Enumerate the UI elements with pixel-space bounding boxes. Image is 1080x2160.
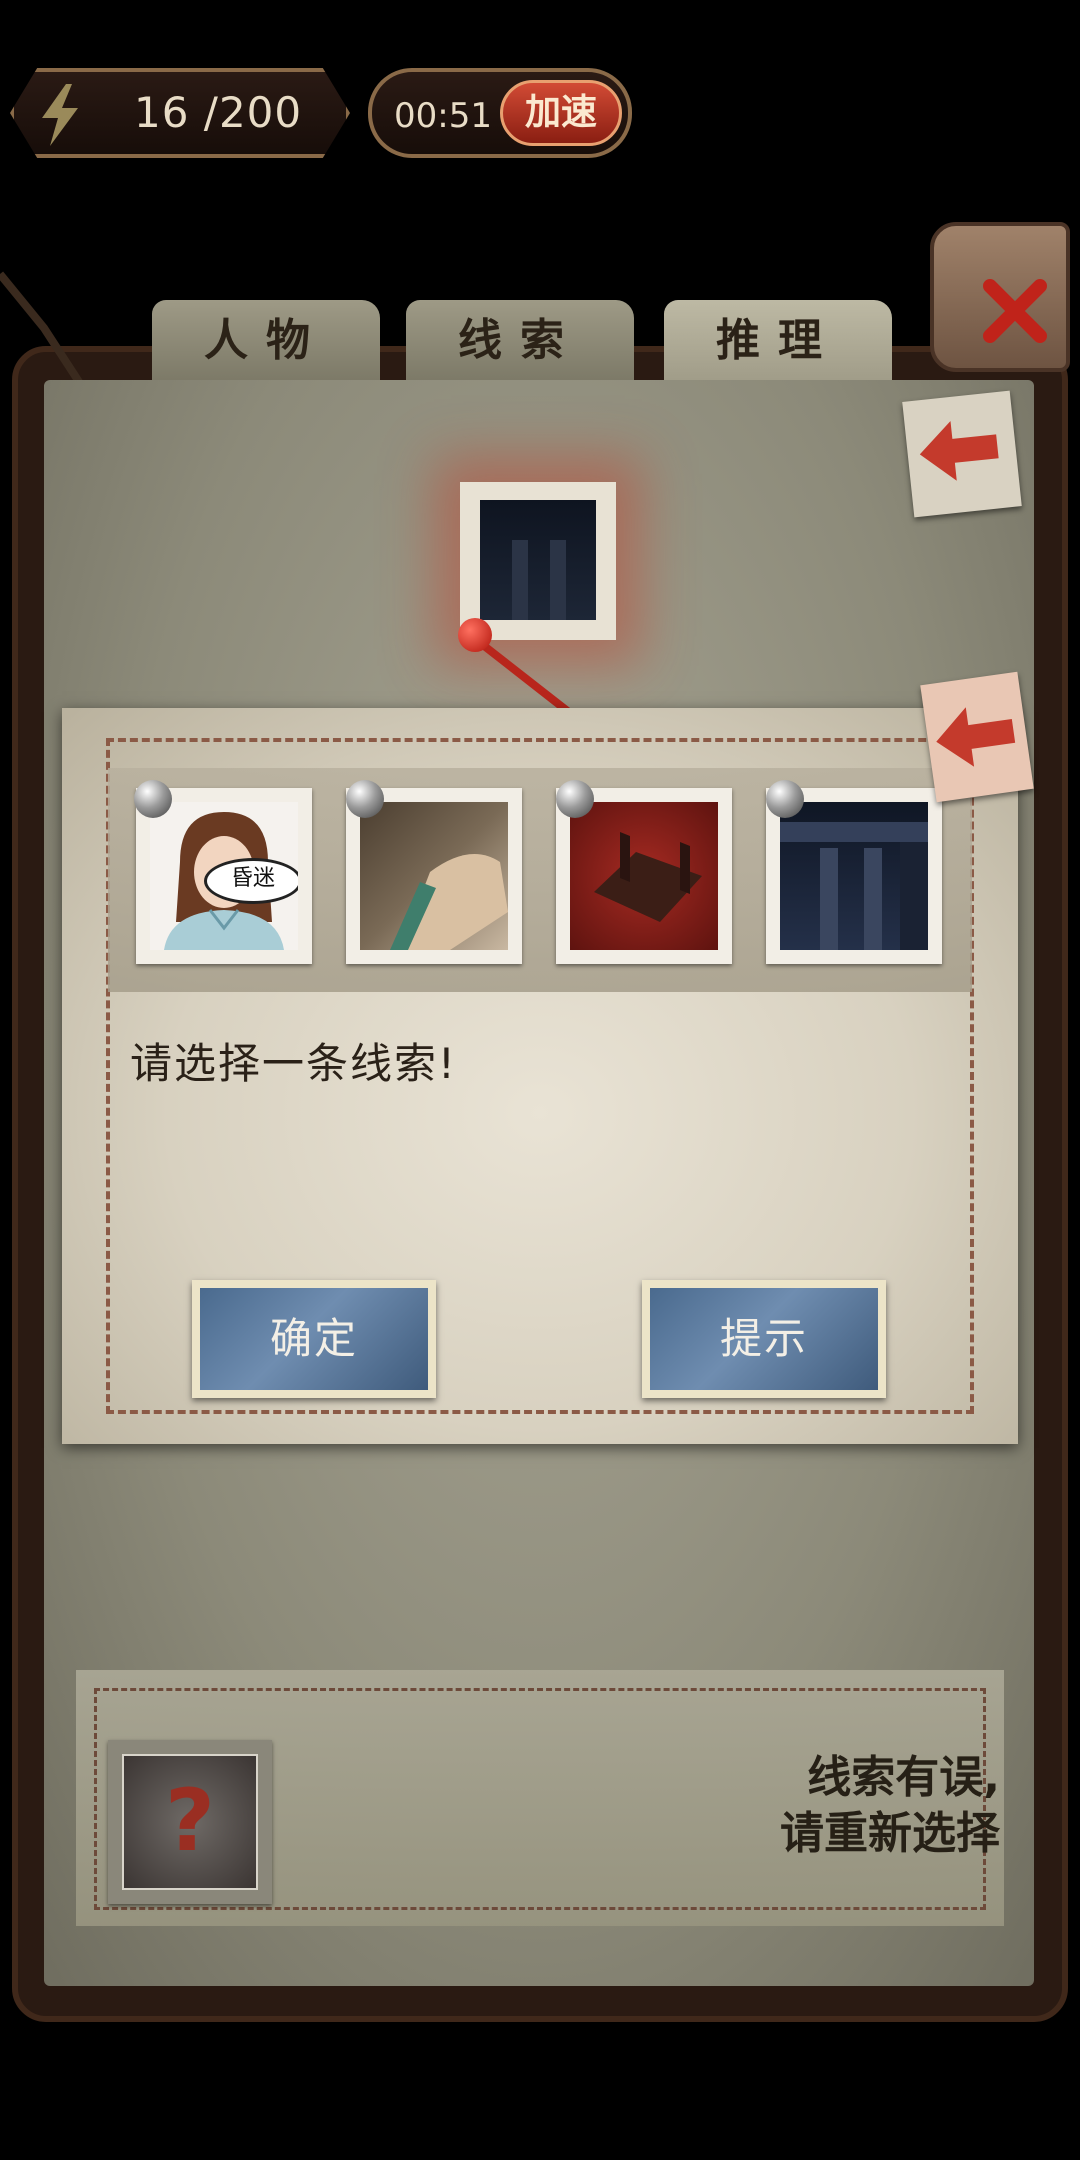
tab-characters[interactable]: 人物	[152, 300, 380, 382]
timer-box: 00:51 加速	[368, 68, 632, 158]
coma-badge: 昏迷	[204, 858, 298, 904]
timer-value: 00:51	[394, 96, 492, 136]
energy-counter: 16 /200	[10, 68, 350, 158]
tab-reasoning[interactable]: 推理	[664, 300, 892, 382]
energy-value: 16 /200	[134, 88, 303, 137]
close-icon	[983, 279, 1047, 343]
pushpin-icon	[766, 780, 804, 818]
dialog-prompt: 请选择一条线索!	[130, 1039, 457, 1088]
wooden-stool-icon	[594, 832, 702, 922]
back-arrow-icon	[919, 421, 999, 481]
building-image	[480, 500, 596, 620]
lightning-icon	[42, 84, 78, 146]
pushpin-icon	[134, 780, 172, 818]
speed-up-button[interactable]: 加速	[500, 80, 622, 146]
error-message: 线索有误, 请重新选择	[700, 1750, 1000, 1862]
dialog-back-button[interactable]	[920, 671, 1034, 803]
pushpin-icon	[556, 780, 594, 818]
back-arrow-icon	[936, 707, 1016, 767]
pushpin-icon	[346, 780, 384, 818]
close-button[interactable]	[930, 222, 1070, 372]
error-line-1: 线索有误,	[807, 1752, 1000, 1803]
unknown-clue-slot[interactable]: ?	[108, 1740, 272, 1904]
board-back-button[interactable]	[902, 390, 1022, 518]
board-clue-photo	[460, 482, 616, 640]
dark-building-icon	[780, 822, 928, 950]
hint-button[interactable]: 提示	[642, 1280, 886, 1398]
wrist-hand-icon	[390, 854, 508, 950]
confirm-button[interactable]: 确定	[192, 1280, 436, 1398]
red-pin-icon	[458, 618, 492, 652]
tab-clues[interactable]: 线索	[406, 300, 634, 382]
error-line-2: 请重新选择	[780, 1808, 1000, 1859]
question-mark-icon: ?	[122, 1754, 258, 1890]
